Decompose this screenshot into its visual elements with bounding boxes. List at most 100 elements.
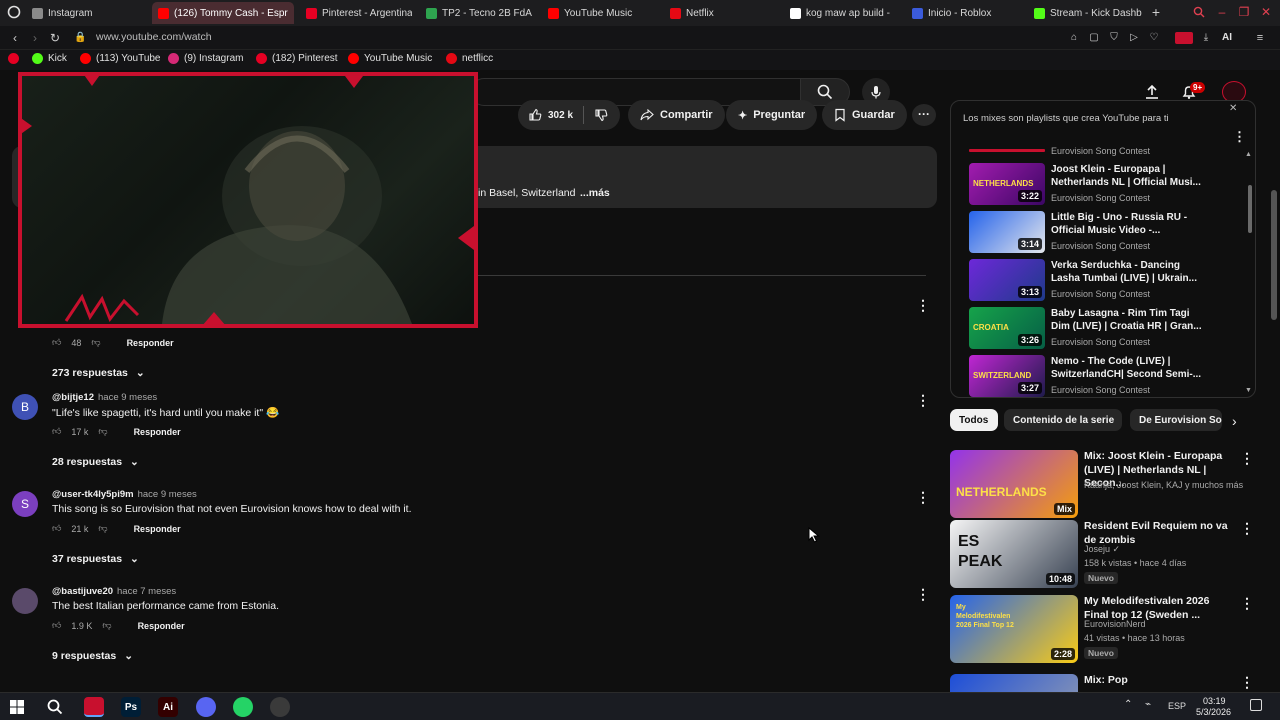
taskbar-app-icon[interactable] <box>270 697 290 717</box>
comment-like-icon[interactable]: 👍︎ <box>52 337 61 348</box>
playlist-item-title[interactable]: Joost Klein - Europapa | Netherlands NL … <box>1051 163 1211 189</box>
recommended-video-channel[interactable]: Joseju ✓ <box>1084 542 1120 556</box>
playlist-item-title[interactable]: Little Big - Uno - Russia RU - Official … <box>1051 211 1211 237</box>
forward-icon[interactable]: › <box>28 31 42 45</box>
bookmark-item[interactable]: netflicc <box>446 53 493 64</box>
bookmark-item[interactable]: (113) YouTube <box>80 53 161 64</box>
recommended-video-thumbnail[interactable]: My Melodifestivalen 2026 Final Top 12 2:2… <box>950 595 1078 663</box>
filter-chip[interactable]: De Eurovision So <box>1130 409 1222 431</box>
playlist-scroll-up-icon[interactable]: ▲ <box>1245 151 1252 158</box>
bookmark-item[interactable]: YouTube Music <box>348 53 432 64</box>
playlist-item-channel[interactable]: Eurovision Song Contest <box>1051 289 1150 299</box>
maximize-window-icon[interactable]: ❐ <box>1237 5 1251 19</box>
recommended-video[interactable]: Mix: Pop ⋮ <box>950 674 1260 692</box>
browser-tab[interactable]: Inicio - Roblox <box>906 2 1020 24</box>
comment-handle[interactable]: @user-tk4ly5pi9m <box>52 489 134 500</box>
shield-icon[interactable]: ⛉ <box>1108 31 1120 45</box>
comment-menu-icon[interactable]: ⋮ <box>916 297 930 314</box>
comment-dislike-icon[interactable]: 👎︎ <box>98 426 107 437</box>
search-tabs-icon[interactable] <box>1192 6 1206 21</box>
browser-tab[interactable]: Instagram <box>26 2 144 24</box>
taskbar-app-icon[interactable]: Ai <box>158 697 178 717</box>
chips-next-icon[interactable]: › <box>1232 413 1237 429</box>
playlist-item-channel[interactable]: Eurovision Song Contest <box>1051 337 1150 347</box>
browser-tab[interactable]: Pinterest - Argentina <box>300 2 412 24</box>
windows-start-icon[interactable] <box>10 700 24 714</box>
bookmark-item[interactable]: Kick <box>32 53 67 64</box>
comment-avatar[interactable]: B <box>12 394 38 420</box>
playlist-menu-icon[interactable]: ⋮ <box>1233 129 1246 145</box>
browser-tab[interactable]: YouTube Music <box>542 2 656 24</box>
back-icon[interactable]: ‹ <box>8 31 22 45</box>
comment-handle[interactable]: @bastijuve20 <box>52 586 113 597</box>
recommended-video-thumbnail[interactable]: NETHERLANDS Mix <box>950 450 1078 518</box>
recommended-video-menu-icon[interactable]: ⋮ <box>1240 450 1254 467</box>
profile-badge-icon[interactable] <box>1175 32 1193 44</box>
tray-clock-date[interactable]: 5/3/2026 <box>1196 707 1231 717</box>
replies-toggle[interactable]: 273 respuestas ⌄ <box>52 367 145 379</box>
playlist-item[interactable]: 3:13 Verka Serduchka - Dancing Lasha Tumb… <box>969 259 1249 303</box>
tray-network-icon[interactable]: ⌁ <box>1145 699 1151 710</box>
recommended-video-menu-icon[interactable]: ⋮ <box>1240 595 1254 612</box>
comment-dislike-icon[interactable]: 👎︎ <box>91 337 100 348</box>
browser-tab[interactable]: Netflix <box>664 2 776 24</box>
tray-chevron-icon[interactable]: ⌃ <box>1124 699 1132 710</box>
send-icon[interactable]: ▷ <box>1128 31 1140 45</box>
taskbar-app-icon[interactable] <box>196 697 216 717</box>
playlist-item-thumbnail[interactable]: SWITZERLAND 3:27 <box>969 355 1045 397</box>
comment-author[interactable]: @bastijuve20 hace 7 meses <box>52 586 176 597</box>
filter-chip[interactable]: Contenido de la serie <box>1004 409 1122 431</box>
heart-icon[interactable]: ♡ <box>1148 31 1160 45</box>
comment-reply-button[interactable]: Responder <box>138 621 185 631</box>
browser-tab[interactable]: (126) Tommy Cash - Espr <box>152 2 294 24</box>
recommended-video-menu-icon[interactable]: ⋮ <box>1240 520 1254 537</box>
comment-reply-button[interactable]: Responder <box>127 338 174 348</box>
menu-icon[interactable]: ≡ <box>1254 31 1266 45</box>
playlist-item-channel[interactable]: Eurovision Song Contest <box>1051 193 1150 203</box>
playlist-item-channel[interactable]: Eurovision Song Contest <box>1051 241 1150 251</box>
ask-button[interactable]: ✦ Preguntar <box>726 100 818 130</box>
playlist-scrollbar[interactable] <box>1248 185 1252 233</box>
save-button[interactable]: Guardar <box>822 100 907 130</box>
playlist-item[interactable]: 3:14 Little Big - Uno - Russia RU - Offic… <box>969 211 1249 255</box>
screenshot-icon[interactable]: ▢ <box>1088 31 1100 45</box>
playlist-item[interactable]: NETHERLANDS 3:22 Joost Klein - Europapa | … <box>969 163 1249 207</box>
browser-tab[interactable]: Stream - Kick Dashb <box>1028 2 1142 24</box>
comment-avatar[interactable] <box>12 588 38 614</box>
playlist-item-title[interactable]: Verka Serduchka - Dancing Lasha Tumbai (… <box>1051 259 1211 285</box>
comment-reply-button[interactable]: Responder <box>134 524 181 534</box>
recommended-video-menu-icon[interactable]: ⋮ <box>1240 674 1254 691</box>
minimize-window-icon[interactable]: – <box>1215 5 1229 19</box>
replies-toggle[interactable]: 9 respuestas ⌄ <box>52 650 133 662</box>
comment-like-icon[interactable]: 👍︎ <box>52 523 61 534</box>
recommended-video-thumbnail[interactable]: ES PEAK 10:48 <box>950 520 1078 588</box>
recommended-video[interactable]: ES PEAK 10:48 Resident Evil Requiem no va … <box>950 520 1260 592</box>
recommended-video[interactable]: My Melodifestivalen 2026 Final Top 12 2:2… <box>950 595 1260 667</box>
comment-like-icon[interactable]: 👍︎ <box>52 426 61 437</box>
taskbar-app-icon[interactable] <box>233 697 253 717</box>
new-tab-button[interactable]: + <box>1149 5 1163 19</box>
playlist-item-thumbnail[interactable]: CROATIA 3:26 <box>969 307 1045 349</box>
recommended-video-title[interactable]: Mix: Pop <box>1084 674 1236 688</box>
downloads-icon[interactable]: ⤓ <box>1200 31 1212 45</box>
ai-button[interactable]: AI <box>1222 32 1232 43</box>
bookmark-icon[interactable]: ⌂ <box>1068 31 1080 45</box>
share-button[interactable]: Compartir <box>628 100 725 130</box>
replies-toggle[interactable]: 37 respuestas ⌄ <box>52 553 139 565</box>
browser-tab[interactable]: TP2 - Tecno 2B FdA <box>420 2 534 24</box>
recommended-video-channel[interactable]: EurovisionNerd <box>1084 617 1146 631</box>
taskbar-app-icon[interactable] <box>84 697 104 717</box>
notification-center-icon[interactable] <box>1250 699 1262 711</box>
playlist-item-title[interactable]: Nemo - The Code (LIVE) | SwitzerlandCH| … <box>1051 355 1211 381</box>
comment-menu-icon[interactable]: ⋮ <box>916 489 930 506</box>
bookmark-item[interactable]: (182) Pinterest <box>256 53 338 64</box>
comment-dislike-icon[interactable]: 👎︎ <box>102 620 111 631</box>
playlist-item-thumbnail[interactable]: 3:14 <box>969 211 1045 253</box>
recommended-video-thumbnail[interactable] <box>950 674 1078 692</box>
comment-avatar[interactable]: S <box>12 491 38 517</box>
like-button[interactable]: 302 k <box>518 100 621 130</box>
comment-handle[interactable]: @bijtje12 <box>52 392 94 403</box>
reload-icon[interactable]: ↻ <box>48 31 62 45</box>
comment-reply-button[interactable]: Responder <box>134 427 181 437</box>
playlist-item-thumbnail[interactable]: NETHERLANDS 3:22 <box>969 163 1045 205</box>
